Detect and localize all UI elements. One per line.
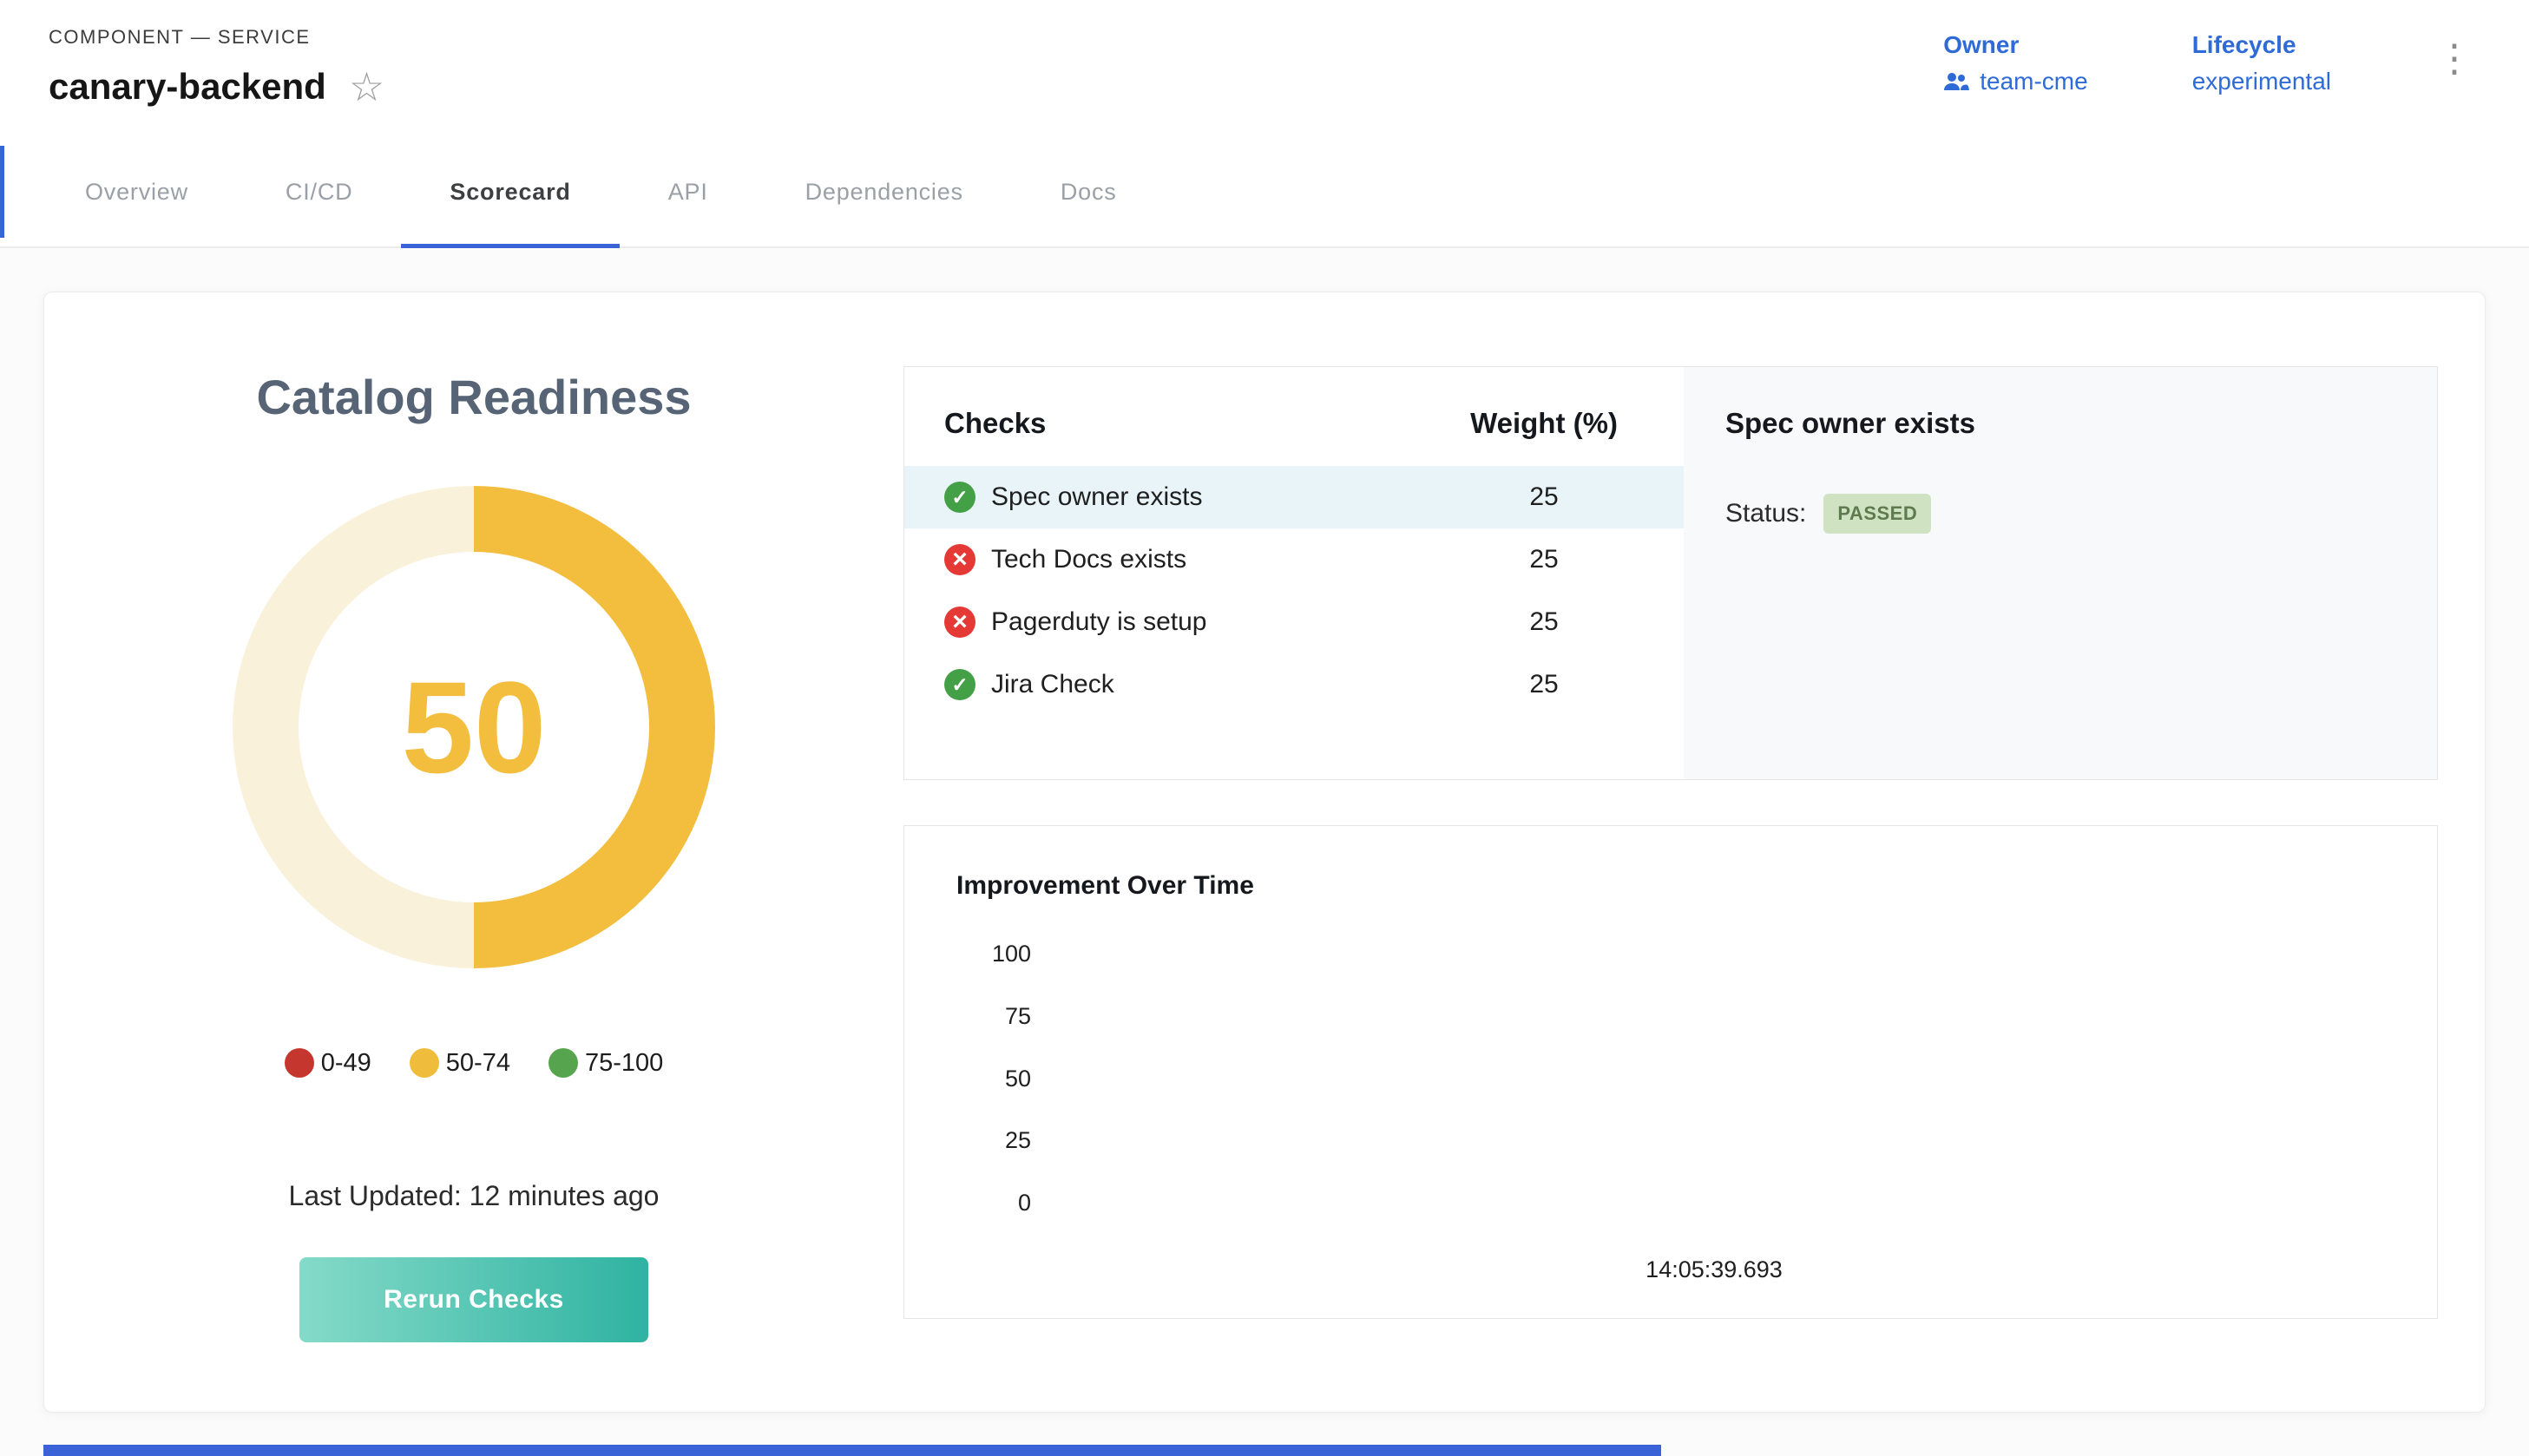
x-tick: 14:05:39.693 [1645, 1256, 1783, 1282]
score-summary: Catalog Readiness 50 0-49 50-74 75-100 [44, 344, 903, 1360]
bottom-accent-bar [43, 1445, 1661, 1456]
tab-dependencies[interactable]: Dependencies [757, 137, 1012, 246]
score-value: 50 [402, 653, 547, 803]
chart-body: 100 75 50 25 0 [956, 941, 2385, 1217]
lifecycle-label: Lifecycle [2192, 31, 2331, 59]
score-gauge-center: 50 [299, 552, 649, 902]
check-name-label: Tech Docs exists [991, 545, 1186, 574]
legend-label-low: 0-49 [321, 1049, 371, 1078]
tab-cicd[interactable]: CI/CD [237, 137, 402, 246]
legend-item-low: 0-49 [285, 1048, 371, 1078]
check-passed-icon [944, 482, 975, 513]
check-weight-value: 25 [1444, 607, 1644, 637]
check-row[interactable]: Jira Check 25 [904, 653, 1684, 716]
status-label: Status: [1725, 499, 1806, 528]
chart-plot-area [1043, 941, 2385, 1217]
check-name-label: Jira Check [991, 670, 1114, 699]
check-name-label: Pagerduty is setup [991, 607, 1206, 637]
last-updated-text: Last Updated: 12 minutes ago [289, 1180, 660, 1212]
y-tick: 75 [1005, 1003, 1031, 1030]
check-failed-icon [944, 607, 975, 638]
y-tick: 25 [1005, 1127, 1031, 1154]
score-gauge: 50 [233, 486, 715, 968]
check-weight-value: 25 [1444, 482, 1644, 512]
entity-kind-eyebrow: COMPONENT — SERVICE [49, 26, 384, 49]
entity-header-left: COMPONENT — SERVICE canary-backend ☆ [49, 26, 384, 108]
checks-column: Checks Weight (%) Spec owner exists 25 [903, 366, 2438, 1360]
legend-label-high: 75-100 [585, 1049, 663, 1078]
score-legend: 0-49 50-74 75-100 [285, 1048, 664, 1078]
check-row[interactable]: Spec owner exists 25 [904, 466, 1684, 528]
improvement-chart-panel: Improvement Over Time 100 75 50 25 0 14:… [903, 825, 2438, 1319]
legend-label-mid: 50-74 [446, 1049, 510, 1078]
legend-dot-yellow [410, 1048, 439, 1078]
chart-y-axis: 100 75 50 25 0 [956, 941, 1043, 1217]
legend-dot-red [285, 1048, 314, 1078]
legend-dot-green [548, 1048, 578, 1078]
tab-scorecard[interactable]: Scorecard [401, 137, 619, 246]
lifecycle-value: experimental [2192, 68, 2331, 95]
legend-item-mid: 50-74 [410, 1048, 510, 1078]
scorecard-page: Catalog Readiness 50 0-49 50-74 75-100 [0, 248, 2529, 1456]
kebab-menu-icon[interactable]: ⋮ [2435, 31, 2473, 78]
checks-panel: Checks Weight (%) Spec owner exists 25 [903, 366, 2438, 780]
legend-item-high: 75-100 [548, 1048, 663, 1078]
owner-value: team-cme [1980, 68, 2087, 95]
y-tick: 50 [1005, 1066, 1031, 1092]
checks-table-header: Checks Weight (%) [904, 407, 1684, 440]
checks-header-name: Checks [944, 407, 1444, 440]
status-badge: PASSED [1823, 494, 1931, 534]
page-title: canary-backend [49, 66, 326, 108]
people-icon [1943, 71, 1969, 92]
check-name-label: Spec owner exists [991, 482, 1202, 512]
tab-api[interactable]: API [620, 137, 757, 246]
entity-tabs: Overview CI/CD Scorecard API Dependencie… [0, 137, 2529, 248]
entity-header-meta: Owner team-cme Lifecycle experimental ⋮ [1943, 26, 2480, 95]
check-failed-icon [944, 544, 975, 575]
tab-overview[interactable]: Overview [36, 137, 237, 246]
check-weight-value: 25 [1444, 670, 1644, 699]
lifecycle-block: Lifecycle experimental [2192, 31, 2331, 95]
check-detail-title: Spec owner exists [1725, 407, 2395, 440]
entity-header: COMPONENT — SERVICE canary-backend ☆ Own… [0, 0, 2529, 137]
checks-header-weight: Weight (%) [1444, 407, 1644, 440]
check-weight-value: 25 [1444, 545, 1644, 574]
check-passed-icon [944, 669, 975, 700]
tab-docs[interactable]: Docs [1012, 137, 1166, 246]
chart-x-axis: 14:05:39.693 [1043, 1256, 2385, 1283]
checks-table: Checks Weight (%) Spec owner exists 25 [904, 367, 1684, 779]
check-detail-panel: Spec owner exists Status: PASSED [1684, 367, 2437, 779]
check-status-row: Status: PASSED [1725, 494, 2395, 534]
owner-label: Owner [1943, 31, 2087, 59]
rerun-checks-button[interactable]: Rerun Checks [299, 1257, 648, 1342]
owner-link[interactable]: team-cme [1943, 68, 2087, 95]
y-tick: 0 [1018, 1190, 1031, 1217]
owner-block: Owner team-cme [1943, 31, 2087, 95]
scorecard-card: Catalog Readiness 50 0-49 50-74 75-100 [43, 292, 2486, 1413]
scorecard-title: Catalog Readiness [256, 369, 691, 425]
chart-title: Improvement Over Time [956, 871, 2385, 901]
check-row[interactable]: Tech Docs exists 25 [904, 528, 1684, 591]
y-tick: 100 [992, 941, 1031, 967]
check-row[interactable]: Pagerduty is setup 25 [904, 591, 1684, 653]
favorite-star-icon[interactable]: ☆ [349, 67, 384, 107]
